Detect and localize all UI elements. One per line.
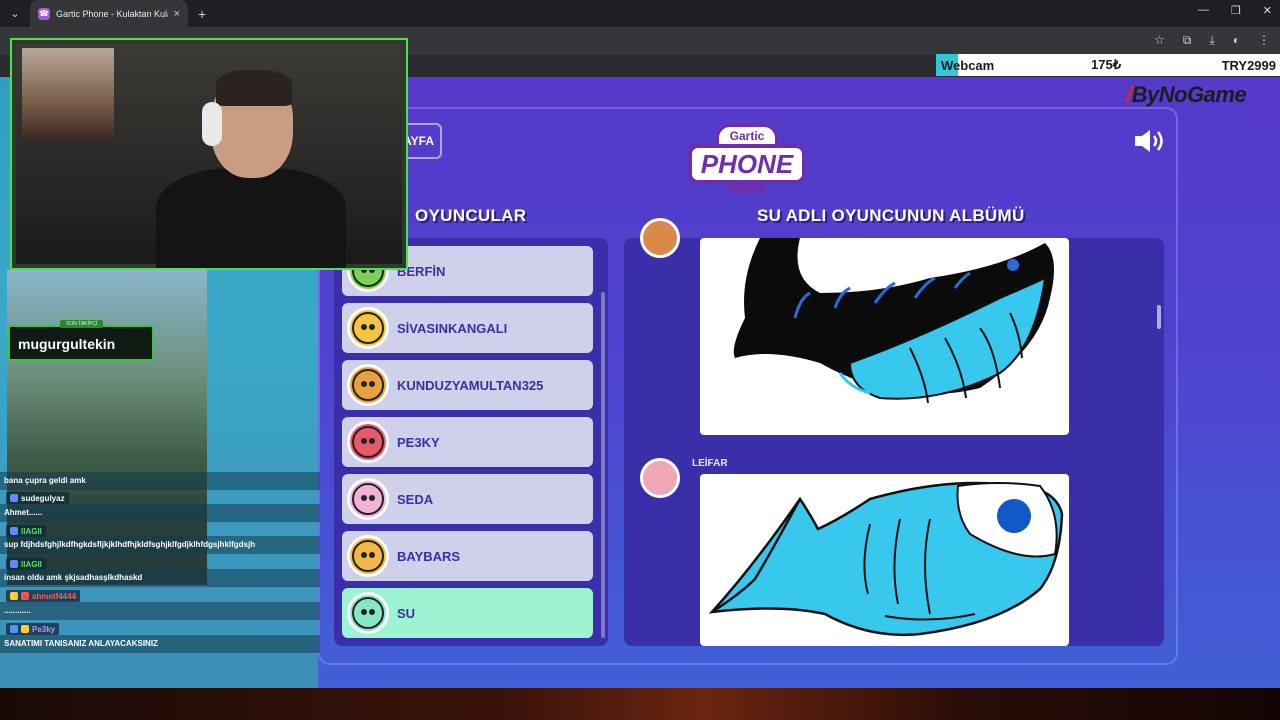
streamer-body xyxy=(156,168,346,268)
album-drawing-whale xyxy=(700,238,1069,435)
tab-list-button[interactable]: ⌄ xyxy=(4,4,26,24)
player-name: PE3KY xyxy=(397,434,440,450)
downloads-icon[interactable]: ⤓ xyxy=(1209,33,1214,48)
streamer-hair xyxy=(216,70,292,106)
player-avatar-icon xyxy=(347,421,389,463)
browser-tabbar: ⌄ ☎ Gartic Phone - Kulaktan Kulağa × + —… xyxy=(0,0,1280,27)
player-name: BAYBARS xyxy=(397,548,461,564)
stream-bottom-banner xyxy=(0,688,1280,720)
player-avatar-icon xyxy=(347,535,389,577)
menu-kebab-icon[interactable]: ⋮ xyxy=(1258,33,1270,48)
chat-message: Ahmet...... xyxy=(0,504,320,522)
gartic-favicon-icon: ☎ xyxy=(38,7,50,20)
new-tab-button[interactable]: + xyxy=(198,6,206,22)
maximize-icon[interactable]: ❐ xyxy=(1231,4,1241,17)
album-author-name: LEİFAR xyxy=(692,458,728,469)
latest-follower-label: SON TAKİPÇİ xyxy=(60,320,104,328)
bookmark-star-icon[interactable]: ☆ xyxy=(1154,33,1165,48)
ticker-item-name: Webcam xyxy=(941,57,995,73)
players-title: OYUNCULAR xyxy=(415,206,527,225)
chat-message: bana çupra geldi amk xyxy=(0,472,320,490)
chat-message: insan oldu amk şkjsadhasşlkdhaskd xyxy=(0,569,320,587)
badge-icon xyxy=(21,625,29,633)
toolbar-icons: ☆ ⧉ ⤓ ◐ ⋮ xyxy=(1154,33,1270,48)
players-scrollbar[interactable] xyxy=(601,292,605,638)
chat-username: ahmetf4444 xyxy=(6,590,81,602)
extensions-icon[interactable]: ⧉ xyxy=(1183,33,1192,48)
profile-icon[interactable]: ◐ xyxy=(1233,33,1240,48)
tab-close-icon[interactable]: × xyxy=(174,8,180,20)
player-item[interactable]: BAYBARS xyxy=(342,531,593,581)
ticker-price: 175₺ xyxy=(1091,57,1121,72)
player-name: SU xyxy=(397,605,416,621)
chat-message: ............ xyxy=(0,602,320,620)
player-name: SİVASINKANGALI xyxy=(397,320,508,336)
close-window-icon[interactable]: ✕ xyxy=(1263,4,1272,17)
album-drawing-fish xyxy=(700,474,1069,646)
logo-phone-base xyxy=(728,180,766,194)
sound-icon[interactable] xyxy=(1133,128,1167,154)
player-item[interactable]: SİVASINKANGALI xyxy=(342,303,593,353)
minimize-icon[interactable]: — xyxy=(1198,4,1209,17)
bynogame-logo: /ByNoGame xyxy=(1126,82,1247,108)
album-scrollbar[interactable] xyxy=(1157,305,1161,329)
player-avatar-icon xyxy=(347,307,389,349)
player-avatar-icon xyxy=(347,364,389,406)
chat-message: sup fdjhdsfghjlkdfhgkdsfljkjklhdfhjkldfs… xyxy=(0,536,320,554)
webcam-wall-painting xyxy=(22,48,114,138)
window-controls: — ❐ ✕ xyxy=(1198,4,1272,17)
badge-icon xyxy=(10,560,18,568)
gartic-phone-logo: Gartic PHONE xyxy=(688,124,806,196)
player-item[interactable]: PE3KY xyxy=(342,417,593,467)
player-name: SEDA xyxy=(397,491,434,507)
badge-icon xyxy=(10,527,18,535)
players-list: BERFİN SİVASINKANGALI KUNDUZYAMULTAN325 … xyxy=(334,238,608,646)
player-avatar-icon xyxy=(347,592,389,634)
player-avatar-icon xyxy=(347,478,389,520)
headphones-icon xyxy=(202,102,222,146)
player-name: KUNDUZYAMULTAN325 xyxy=(397,377,544,393)
badge-icon xyxy=(10,592,18,600)
chat-username: Pe3ky xyxy=(6,623,60,635)
latest-follower-tag: SON TAKİPÇİ mugurgultekin xyxy=(8,320,154,361)
badge-icon xyxy=(10,625,18,633)
webcam-feed xyxy=(10,38,408,270)
album-author-avatar-icon xyxy=(640,458,680,498)
player-item[interactable]: KUNDUZYAMULTAN325 xyxy=(342,360,593,410)
latest-follower-name: mugurgultekin xyxy=(18,336,116,352)
chat-message: SANATIMI TANISANIZ ANLAYACAKSINIZ xyxy=(0,635,320,653)
badge-icon xyxy=(10,494,18,502)
donation-ticker: Webcam 175₺ TRY2999 xyxy=(936,54,1280,76)
player-item-active[interactable]: SU xyxy=(342,588,593,638)
player-item[interactable]: SEDA xyxy=(342,474,593,524)
browser-tab[interactable]: ☎ Gartic Phone - Kulaktan Kulağa × xyxy=(30,0,188,27)
ticker-code: TRY2999 xyxy=(1221,57,1276,73)
brand-name: ByNoGame xyxy=(1131,82,1247,107)
chat-username: sudegulyaz xyxy=(6,492,69,504)
logo-main-text: PHONE xyxy=(688,144,806,184)
album-title: SU ADLI OYUNCUNUN ALBÜMÜ xyxy=(757,206,1025,225)
badge-icon xyxy=(21,592,29,600)
tab-title: Gartic Phone - Kulaktan Kulağa xyxy=(56,8,168,19)
album-author-avatar-icon xyxy=(640,218,680,258)
